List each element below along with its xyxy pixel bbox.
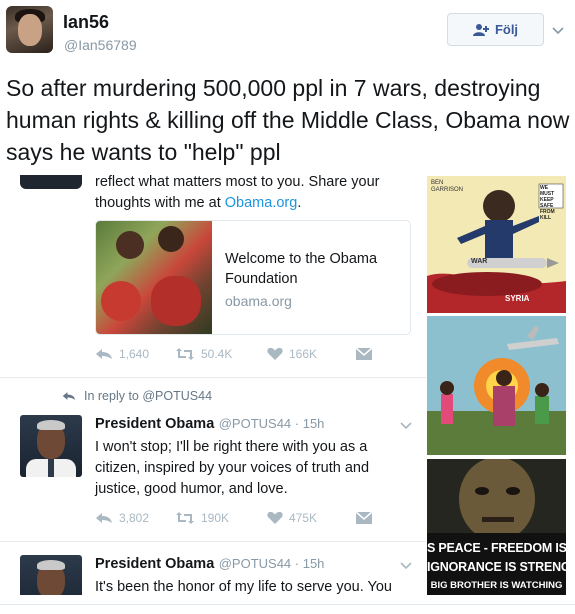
embedded-screenshot: reflect what matters most to you. Share … [0,175,426,595]
snippet-line: reflect what matters most to you. Share … [95,175,380,190]
author-name[interactable]: President Obama [95,416,214,432]
chevron-down-icon[interactable] [400,559,412,573]
reply-context[interactable]: In reply to @POTUS44 [62,389,212,403]
count: 190K [201,511,230,525]
tweet-text: So after murdering 500,000 ppl in 7 wars… [6,75,570,165]
count: 1,640 [119,347,150,361]
retweet-action[interactable]: 50.4K [175,347,267,361]
follow-button[interactable]: Följ [447,13,544,46]
card-image [96,221,212,334]
avatar[interactable] [20,555,82,595]
snippet-line: thoughts with me at [95,195,225,211]
cartoon-speech: WE MUST KEEP SAFE FROM KILL [540,185,555,221]
author-meta: @POTUS44 · 15h [218,416,325,431]
tweet-actions: 3,802 190K 475K [95,511,373,525]
display-name[interactable]: Ian56 [63,12,109,33]
link-card[interactable]: Welcome to the Obama Foundation obama.or… [95,220,411,335]
big-brother-image[interactable]: S PEACE - FREEDOM IS S IGNORANCE IS STRE… [427,459,566,595]
envelope-icon [355,511,373,524]
retweet-action[interactable]: 190K [175,511,267,525]
reply-action[interactable]: 1,640 [95,347,175,361]
count: 3,802 [119,511,150,525]
reply-icon [96,349,112,359]
count: 475K [289,511,318,525]
divider [0,377,426,378]
snippet-period: . [297,195,302,211]
retweet-icon [176,348,194,360]
tweet-actions: 1,640 50.4K 166K [95,347,373,361]
card-domain: obama.org [225,293,292,309]
card-title: Welcome to the Obama Foundation [225,251,378,287]
tweet-header: President Obama @POTUS44 · 15h [95,415,324,433]
envelope-icon [355,347,373,360]
cartoon-signature: BEN GARRISON [431,180,464,193]
poster-line-1: S PEACE - FREEDOM IS S [427,541,566,555]
count: 50.4K [201,347,233,361]
tweet-header: President Obama @POTUS44 · 15h [95,555,324,573]
footer-divider [0,604,575,605]
chevron-down-icon[interactable] [400,419,412,433]
heart-icon [267,347,283,360]
author-name[interactable]: President Obama [95,556,214,572]
profile-avatar[interactable] [6,6,53,53]
drone-cartoon-image[interactable] [427,316,566,455]
tweet-body: It's been the honor of my life to serve … [95,579,392,595]
user-handle[interactable]: @Ian56789 [64,37,137,53]
avatar [20,175,82,189]
cartoon-image[interactable]: BEN GARRISON WE MUST KEEP SAFE FROM KILL… [427,176,566,313]
cartoon-label: SYRIA [505,294,530,303]
dm-action[interactable] [355,347,373,361]
snippet-text: reflect what matters most to you. Share … [95,175,415,214]
divider [0,541,426,542]
reply-to-text: In reply to @POTUS44 [84,389,213,403]
add-user-icon [472,23,489,36]
poster-line-2: IGNORANCE IS STRENGT [427,560,566,574]
count: 166K [289,347,318,361]
poster-line-3: BIG BROTHER IS WATCHING [430,580,563,591]
tweet-body: I won't stop; I'll be right there with y… [95,439,370,497]
reply-icon [96,513,112,523]
dm-action[interactable] [355,511,373,525]
cartoon-missile-label: WAR [471,258,488,265]
retweet-icon [176,512,194,524]
like-action[interactable]: 475K [267,511,355,525]
chevron-down-icon[interactable] [552,22,564,40]
heart-icon [267,511,283,524]
author-meta: @POTUS44 · 15h [218,556,325,571]
avatar[interactable] [20,415,82,477]
follow-label: Följ [494,22,519,37]
obama-link[interactable]: Obama.org [225,195,298,211]
reply-icon [62,392,76,400]
like-action[interactable]: 166K [267,347,355,361]
reply-action[interactable]: 3,802 [95,511,175,525]
